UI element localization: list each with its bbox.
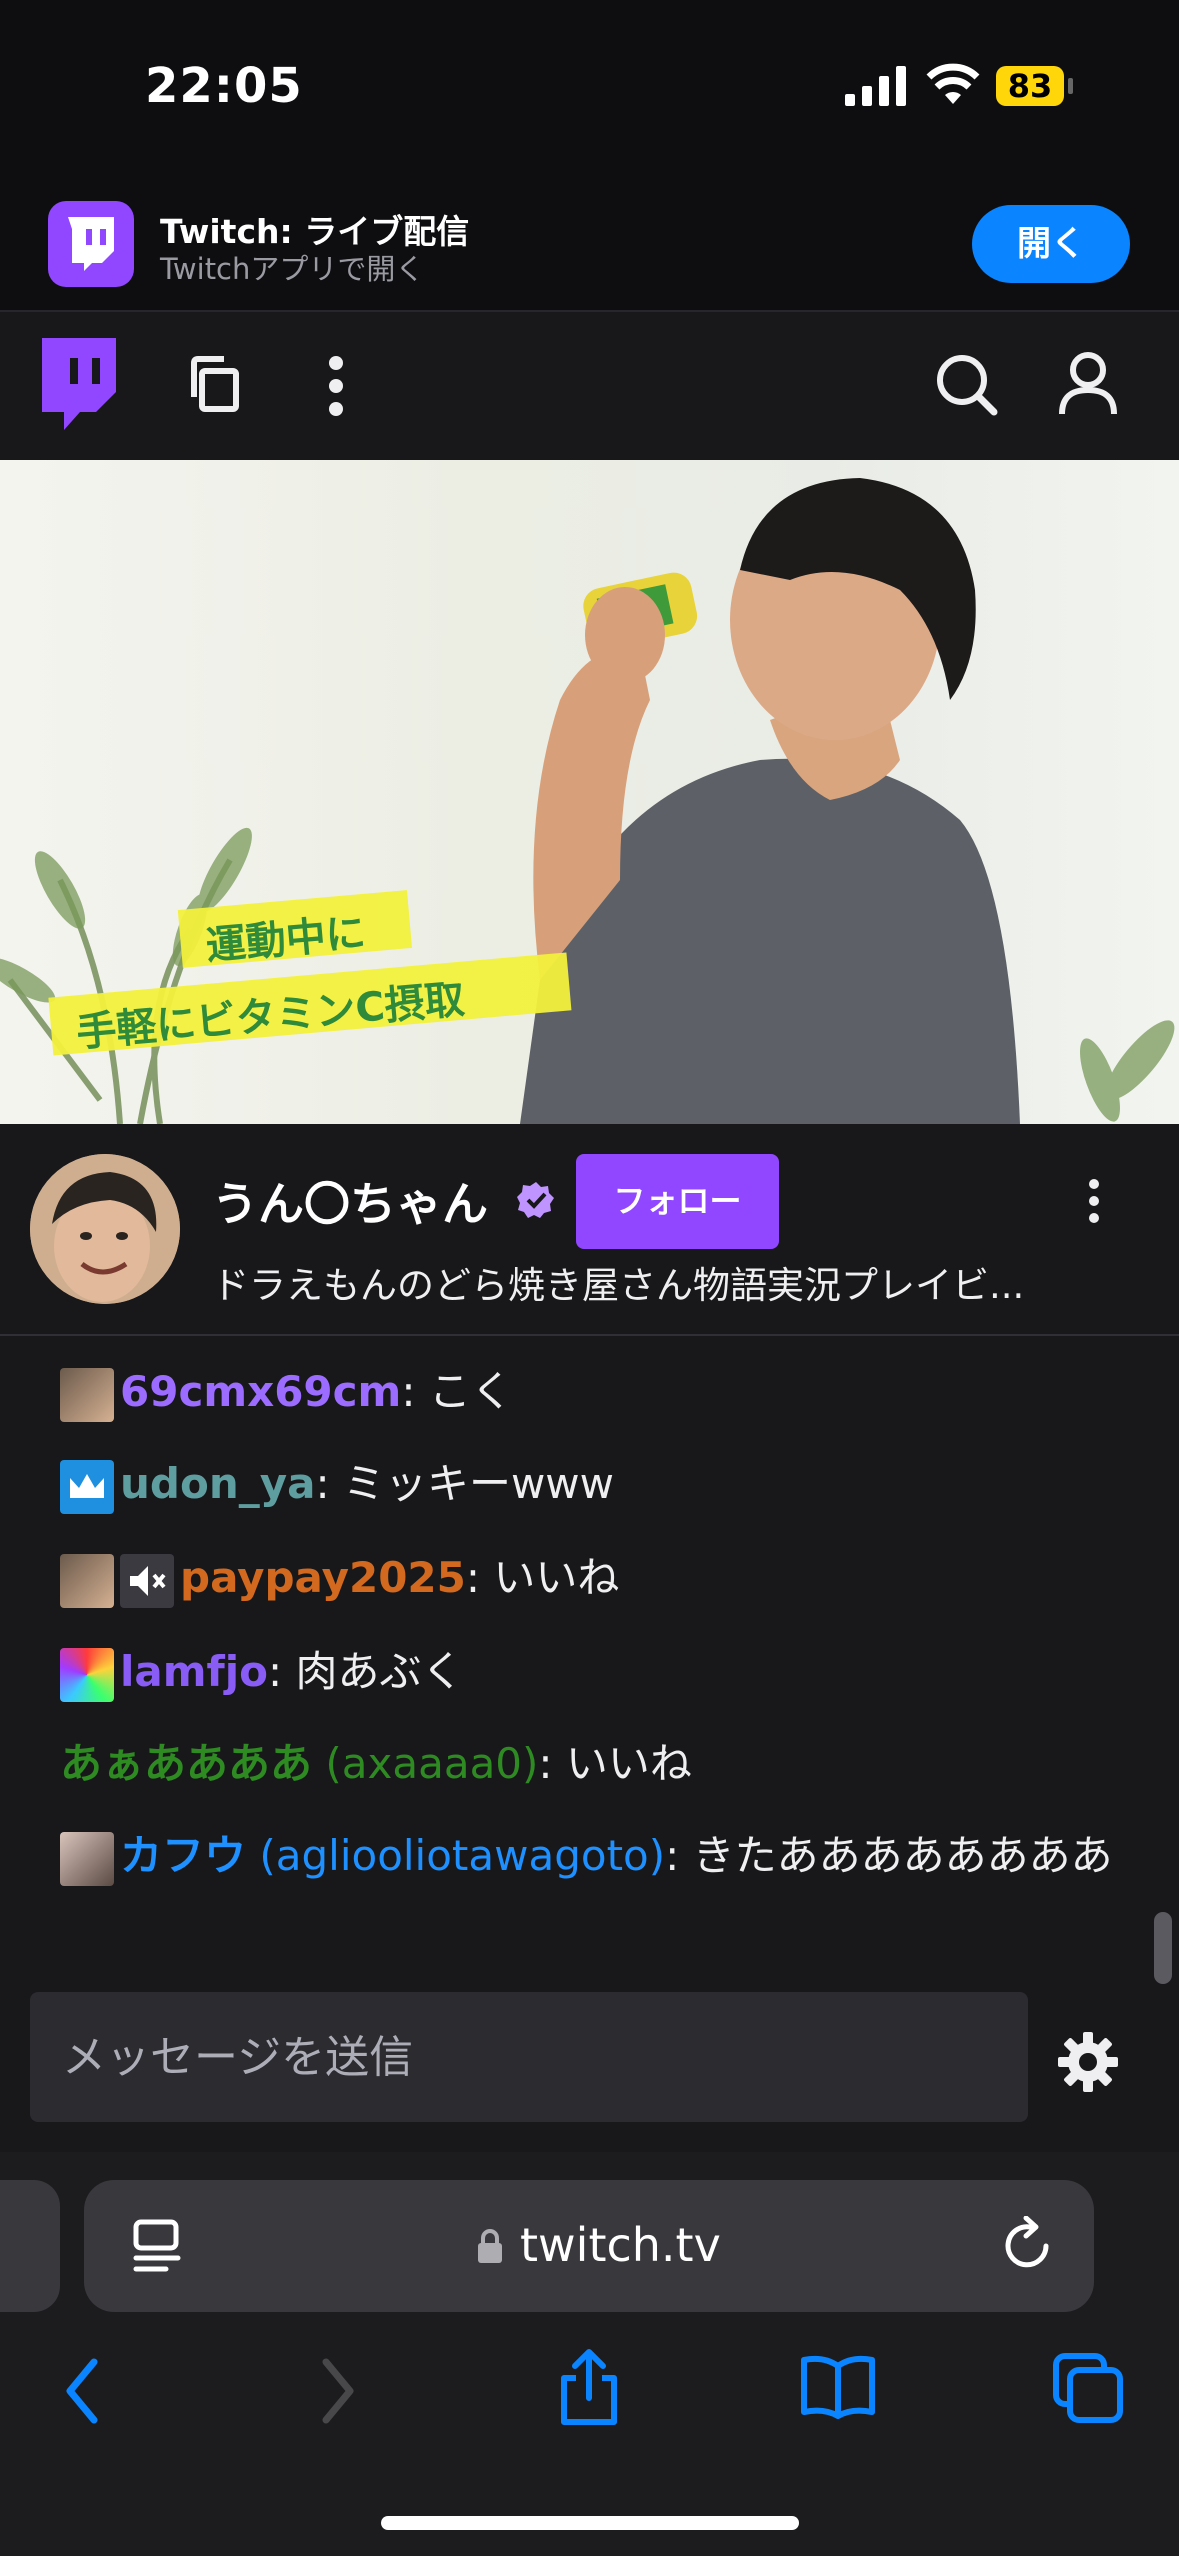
chat-settings-gear-icon[interactable] bbox=[1056, 2030, 1120, 2094]
chat-scrollbar[interactable] bbox=[1154, 1912, 1172, 1984]
chat-text: : こく bbox=[401, 1367, 513, 1416]
chat-username[interactable]: paypay2025 bbox=[180, 1553, 466, 1602]
browse-icon[interactable] bbox=[188, 355, 244, 415]
user-icon[interactable] bbox=[1058, 350, 1118, 418]
user-avatar-badge bbox=[60, 1367, 114, 1422]
share-icon[interactable] bbox=[556, 2348, 622, 2428]
channel-avatar[interactable] bbox=[30, 1154, 180, 1304]
url-text[interactable]: twitch.tv bbox=[520, 2218, 721, 2272]
chat-login[interactable]: (axaaaa0) bbox=[325, 1739, 538, 1788]
chat-message: udon_ya: ミッキーwww bbox=[60, 1452, 1120, 1516]
follow-button[interactable]: フォロー bbox=[576, 1154, 779, 1249]
tabs-icon[interactable] bbox=[1052, 2352, 1124, 2424]
chat-message: あぁああああ (axaaaa0): いいね bbox=[60, 1732, 1120, 1796]
chat-text: : 肉あぶく bbox=[268, 1647, 464, 1696]
chat-message: paypay2025: いいね bbox=[60, 1546, 1120, 1610]
chat-text: : いいね bbox=[538, 1739, 692, 1788]
crown-badge-icon bbox=[60, 1459, 114, 1514]
chat-username[interactable]: カフウ bbox=[120, 1831, 246, 1880]
banner-subtitle: Twitchアプリで開く bbox=[160, 252, 425, 286]
video-frame: 運動中に 手軽にビタミンC摂取 bbox=[0, 478, 1175, 1124]
muted-speaker-badge-icon bbox=[120, 1553, 174, 1608]
video-player[interactable]: 運動中に 手軽にビタミンC摂取 bbox=[0, 460, 1179, 1124]
reload-icon[interactable] bbox=[1000, 2216, 1056, 2276]
channel-name[interactable]: うん〇ちゃん bbox=[212, 1168, 488, 1234]
twitch-logo-icon[interactable] bbox=[36, 338, 122, 434]
wifi-icon bbox=[926, 63, 980, 104]
open-in-app-button[interactable]: 開く bbox=[972, 205, 1130, 283]
chat-text: : きたああああああああ bbox=[665, 1831, 1113, 1880]
chat-message: lamfjo: 肉あぶく bbox=[60, 1640, 1120, 1704]
stream-title: ドラえもんのどら焼き屋さん物語実況プレイビ... bbox=[212, 1264, 1025, 1307]
chat-message-input[interactable] bbox=[30, 1992, 1028, 2122]
chat-text: : ミッキーwww bbox=[315, 1459, 615, 1508]
chat-username[interactable]: 69cmx69cm bbox=[120, 1367, 401, 1416]
bookmarks-icon[interactable] bbox=[800, 2354, 876, 2420]
twitch-app-icon bbox=[48, 201, 134, 287]
chat-message: カフウ (aglioolio­tawagoto): きたああああああああ bbox=[60, 1824, 1120, 1888]
channel-more-icon[interactable] bbox=[1085, 1178, 1103, 1224]
lock-icon bbox=[478, 2229, 502, 2263]
cellular-signal-icon bbox=[845, 66, 906, 106]
chat-username[interactable]: udon_ya bbox=[120, 1459, 315, 1508]
chat-username[interactable]: lamfjo bbox=[120, 1647, 268, 1696]
verified-badge-icon bbox=[517, 1182, 554, 1218]
battery-tip bbox=[1068, 78, 1073, 94]
rainbow-badge-icon bbox=[60, 1647, 114, 1702]
chat-text: : いいね bbox=[465, 1553, 620, 1602]
chat-panel: 69cmx69cm: こく udon_ya: ミッキーwww paypay202… bbox=[0, 1336, 1179, 1956]
page-menu-icon[interactable] bbox=[132, 2218, 182, 2274]
battery-indicator: 83 bbox=[996, 66, 1064, 106]
more-vertical-icon[interactable] bbox=[322, 355, 350, 417]
chat-login[interactable]: (aglioolio­tawagoto) bbox=[259, 1831, 665, 1880]
back-icon[interactable] bbox=[62, 2356, 102, 2426]
chat-username[interactable]: あぁああああ bbox=[60, 1739, 312, 1788]
previous-tab-preview[interactable] bbox=[0, 2180, 60, 2312]
status-time: 22:05 bbox=[145, 58, 303, 114]
user-avatar-badge bbox=[60, 1553, 114, 1608]
search-icon[interactable] bbox=[934, 352, 1000, 418]
twitch-top-nav bbox=[0, 312, 1179, 460]
forward-icon[interactable] bbox=[318, 2356, 358, 2426]
home-indicator[interactable] bbox=[381, 2516, 799, 2530]
user-avatar-badge bbox=[60, 1831, 114, 1886]
chat-message: 69cmx69cm: こく bbox=[60, 1360, 1120, 1424]
